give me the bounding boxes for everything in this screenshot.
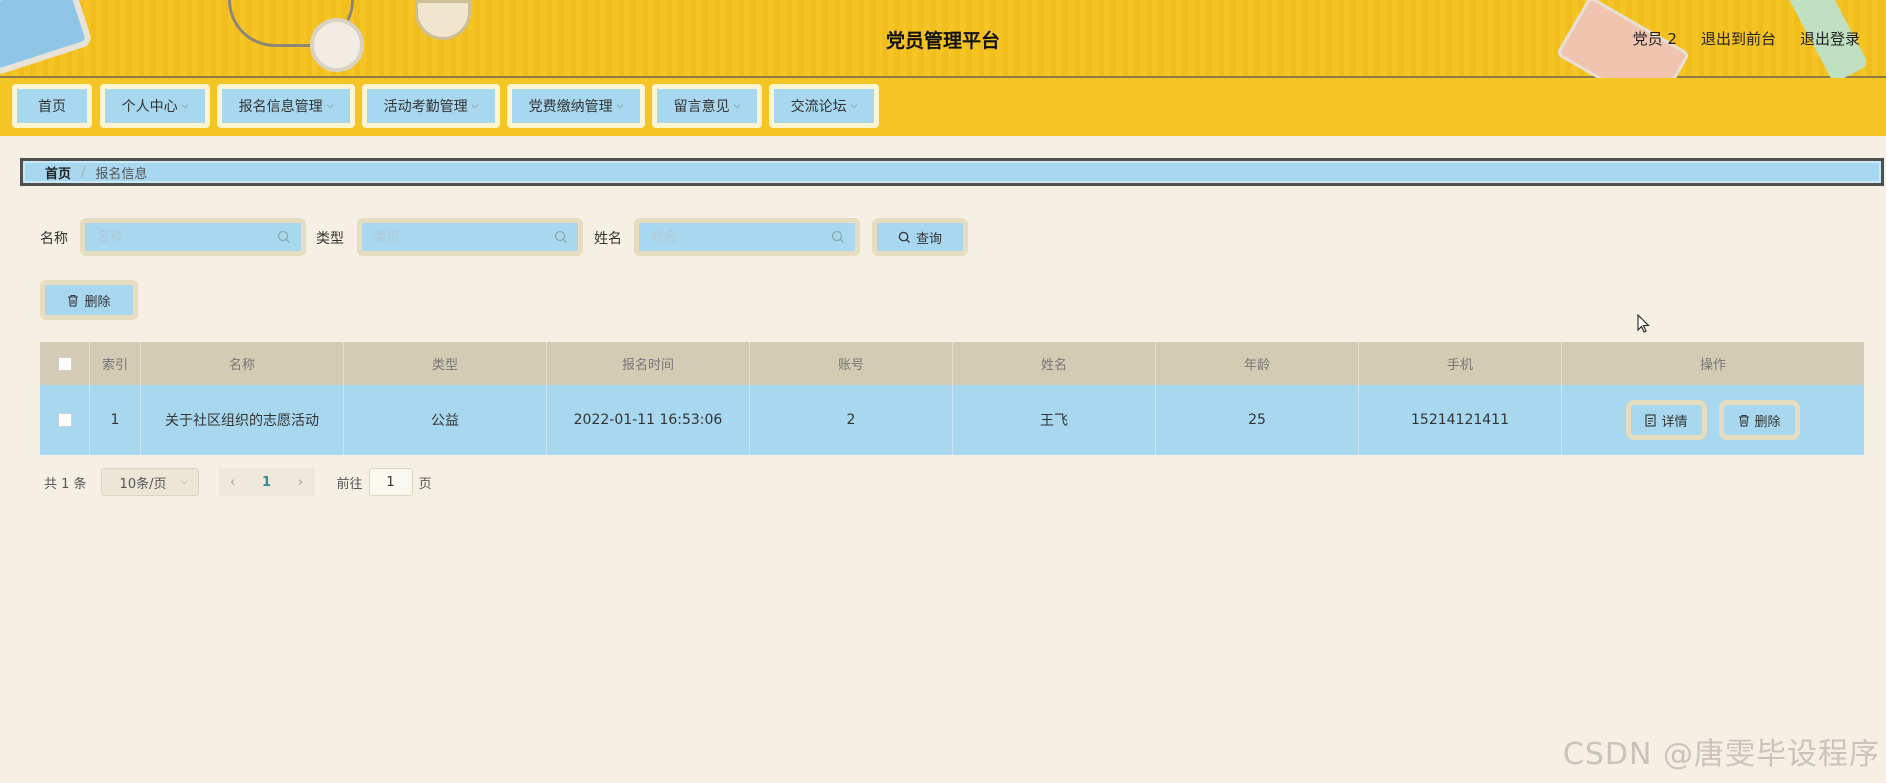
registration-table: 索引 名称 类型 报名时间 账号 姓名 年龄 手机 操作 1 关于社区组织的志愿… [40, 342, 1864, 455]
chevron-down-icon: ⌵ [181, 101, 189, 111]
nav-item-forum[interactable]: 交流论坛 ⌵ [769, 84, 879, 128]
watermark: CSDN @唐雯毕设程序 [1562, 737, 1880, 772]
chevron-down-icon: ⌵ [850, 101, 858, 111]
table-header: 索引 名称 类型 报名时间 账号 姓名 年龄 手机 操作 [40, 342, 1864, 385]
search-icon [554, 230, 567, 243]
exit-to-frontend-link[interactable]: 退出到前台 [1701, 28, 1776, 49]
nav-item-feedback[interactable]: 留言意见 ⌵ [652, 84, 762, 128]
nav-item-label: 个人中心 [121, 99, 178, 115]
search-icon [898, 231, 911, 243]
column-header: 账号 [750, 342, 953, 385]
search-icon [831, 230, 844, 243]
page-size-select[interactable]: 10条/页 ⌵ [100, 468, 199, 496]
next-page-button[interactable]: › [286, 468, 315, 496]
table-row: 1 关于社区组织的志愿活动 公益 2022-01-11 16:53:06 2 王… [40, 385, 1864, 455]
row-checkbox[interactable] [57, 413, 72, 427]
chevron-down-icon: ⌵ [733, 101, 741, 111]
account-cell: 2 [750, 385, 953, 455]
name-filter-label: 名称 [40, 231, 68, 247]
detail-button-label: 详情 [1661, 414, 1688, 430]
batch-delete-label: 删除 [84, 294, 111, 310]
total-count: 共 1 条 [44, 476, 87, 492]
detail-button[interactable]: 详情 [1626, 400, 1707, 440]
select-all-checkbox[interactable] [57, 356, 72, 371]
person-filter-field [634, 218, 860, 256]
chevron-down-icon: ⌵ [471, 101, 479, 111]
person-search-input[interactable] [649, 228, 831, 246]
breadcrumb: 首页 / 报名信息 [20, 158, 1884, 186]
main-nav: 首页 个人中心 ⌵ 报名信息管理 ⌵ 活动考勤管理 ⌵ 党费缴纳管理 ⌵ 留言意见 ⌵ 交… [0, 78, 1886, 136]
breadcrumb-separator: / [81, 164, 86, 180]
column-header: 操作 [1699, 358, 1726, 373]
header-links: 党员 2 退出到前台 退出登录 [1633, 28, 1860, 49]
nav-item-personal-center[interactable]: 个人中心 ⌵ [100, 84, 210, 128]
person-filter-label: 姓名 [594, 231, 622, 247]
phone-cell: 15214121411 [1359, 385, 1562, 455]
search-icon [277, 230, 290, 243]
time-cell: 2022-01-11 16:53:06 [547, 385, 750, 455]
current-user-link[interactable]: 党员 2 [1633, 28, 1677, 49]
batch-delete-button[interactable]: 删除 [40, 280, 138, 320]
document-icon [1645, 413, 1657, 427]
column-header: 类型 [344, 342, 547, 385]
name-cell: 关于社区组织的志愿活动 [141, 385, 344, 455]
nav-item-home[interactable]: 首页 [12, 84, 92, 128]
goto-page-input[interactable] [368, 468, 413, 496]
column-header: 报名时间 [547, 342, 750, 385]
column-header: 名称 [141, 342, 344, 385]
column-header: 年龄 [1156, 342, 1359, 385]
page-size-value: 10条/页 [119, 476, 167, 492]
type-filter-field [357, 218, 583, 256]
nav-item-dues-management[interactable]: 党费缴纳管理 ⌵ [507, 84, 645, 128]
chevron-down-icon: ⌵ [616, 101, 624, 111]
chevron-down-icon: ⌵ [180, 477, 188, 487]
column-header: 姓名 [953, 342, 1156, 385]
type-filter-label: 类型 [316, 231, 344, 247]
pagination: 共 1 条 10条/页 ⌵ ‹ 1 › 前往 页 [44, 468, 432, 496]
trash-icon [68, 294, 79, 307]
nav-item-label: 留言意见 [673, 99, 730, 115]
prev-page-button[interactable]: ‹ [218, 468, 247, 496]
app-title: 党员管理平台 [885, 30, 1000, 52]
row-delete-button-label: 删除 [1754, 414, 1781, 430]
page-number[interactable]: 1 [246, 468, 287, 496]
mouse-cursor-icon [1637, 314, 1650, 333]
column-header: 手机 [1359, 342, 1562, 385]
nav-item-label: 党费缴纳管理 [528, 99, 613, 115]
column-header: 索引 [90, 342, 141, 385]
type-cell: 公益 [344, 385, 547, 455]
query-button-label: 查询 [915, 231, 942, 247]
goto-label: 前往 [336, 476, 363, 492]
nav-item-label: 报名信息管理 [238, 99, 323, 115]
query-button[interactable]: 查询 [872, 218, 968, 256]
nav-item-label: 活动考勤管理 [383, 99, 468, 115]
page-suffix: 页 [418, 476, 432, 492]
row-select-cell [40, 385, 90, 455]
top-header: 党员管理平台 党员 2 退出到前台 退出登录 [0, 0, 1886, 113]
age-cell: 25 [1156, 385, 1359, 455]
nav-item-label: 首页 [38, 99, 66, 115]
nav-item-attendance-management[interactable]: 活动考勤管理 ⌵ [362, 84, 500, 128]
name-search-input[interactable] [95, 228, 277, 246]
breadcrumb-home[interactable]: 首页 [45, 163, 71, 182]
actions-cell: 详情 删除 [1562, 385, 1864, 455]
nav-item-label: 交流论坛 [790, 99, 847, 115]
name-filter-field [80, 218, 306, 256]
trash-icon [1738, 414, 1749, 427]
chevron-down-icon: ⌵ [326, 101, 334, 111]
type-search-input[interactable] [372, 228, 554, 246]
row-delete-button[interactable]: 删除 [1718, 400, 1800, 440]
index-cell: 1 [90, 385, 141, 455]
logout-link[interactable]: 退出登录 [1800, 28, 1860, 49]
nav-item-registration-management[interactable]: 报名信息管理 ⌵ [217, 84, 355, 128]
breadcrumb-current: 报名信息 [95, 166, 148, 182]
person-cell: 王飞 [953, 385, 1156, 455]
select-all-cell [40, 342, 90, 385]
